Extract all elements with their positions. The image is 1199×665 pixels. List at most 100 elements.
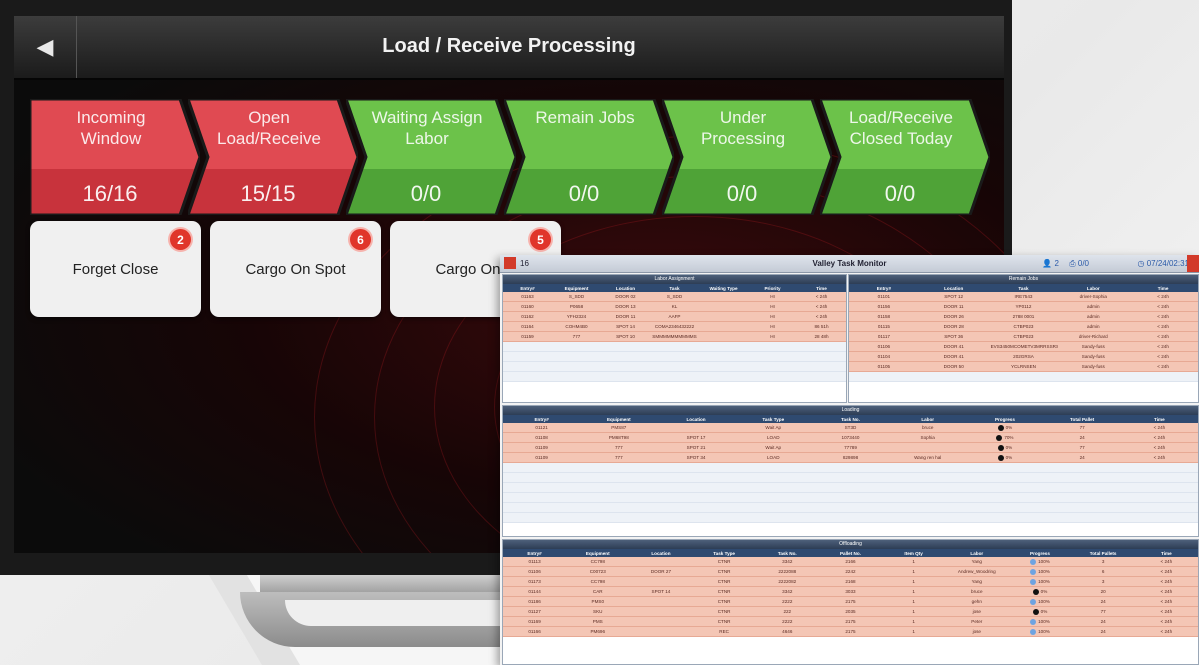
step-1[interactable]: Open Load/Receive 15/15	[188, 99, 358, 215]
table-row[interactable]: 01105 DOOR 50 YCLRNSEN Sandy-fuss < 24h	[849, 361, 1198, 372]
table-row[interactable]: 01113 CC798 CTNR 3342 2166 1 Yang 100% 3 < 24h	[503, 557, 1198, 567]
column-header[interactable]: Time	[1134, 549, 1198, 557]
table-cell: < 24h	[1120, 432, 1198, 443]
table-cell: 1	[882, 616, 946, 627]
table-row[interactable]: 01117 SPOT 36 CTBP023 driver-Richard < 24h	[849, 331, 1198, 342]
column-header[interactable]: Location	[601, 284, 650, 292]
table-row[interactable]: 01169 PMS CTNR 2222 2175 1 Peter 100% 24 < 24h	[503, 616, 1198, 627]
table-cell: 3342	[755, 557, 819, 567]
column-header[interactable]: Equipment	[566, 549, 630, 557]
table-cell: SPOT 34	[657, 452, 735, 463]
column-header[interactable]: Total Pallet	[1043, 415, 1121, 423]
printer-status[interactable]: ⎙ 0/0	[1069, 259, 1089, 269]
column-header[interactable]: Progress	[1008, 549, 1072, 557]
table-cell: 0%	[966, 423, 1044, 433]
table-cell: 01101	[849, 292, 919, 302]
table-cell: CTBP023	[988, 321, 1059, 332]
column-header[interactable]: Total Pallets	[1071, 549, 1135, 557]
alert-card-0[interactable]: 2 Forget Close	[30, 221, 201, 317]
column-header[interactable]: Location	[918, 284, 989, 292]
table-row[interactable]: 01158 DOOR 26 2788 0001 admin < 24h	[849, 311, 1198, 322]
table-row[interactable]: 01162 YFH2324 DOOR 11 AAFP HI < 24h	[503, 311, 846, 322]
table-row[interactable]: 01163 S_SDD DOOR 02 S_SDD HI < 24h	[503, 292, 846, 302]
table-cell: ST3D	[811, 423, 890, 433]
table-cell: CTNR	[692, 557, 756, 567]
table-row[interactable]: 01104 DOOR 41 202GRSA Sandy-fuss < 24h	[849, 351, 1198, 362]
step-0[interactable]: Incoming Window 16/16	[30, 99, 200, 215]
table-cell: 2035	[818, 606, 883, 617]
empty-cell	[1043, 492, 1121, 503]
column-header[interactable]: Waiting Type	[699, 284, 748, 292]
column-header[interactable]: Item Qty	[882, 549, 946, 557]
user-count[interactable]: 👤 2	[1042, 259, 1059, 268]
table-cell: SPOT 12	[918, 292, 989, 302]
table-cell: 01106	[503, 566, 567, 577]
table-row[interactable]: 01156 DOOR 11 YP0112 admin < 24h	[849, 301, 1198, 312]
step-3[interactable]: Remain Jobs 0/0	[504, 99, 674, 215]
step-2[interactable]: Waiting Assign Labor 0/0	[346, 99, 516, 215]
empty-cell	[601, 351, 650, 362]
column-header[interactable]: Task	[988, 284, 1059, 292]
column-header[interactable]: Progress	[966, 415, 1044, 423]
column-header[interactable]: Time	[1128, 284, 1198, 292]
table-cell: bruce	[945, 586, 1009, 597]
column-header[interactable]: Task No.	[755, 549, 819, 557]
table-row[interactable]: 01108 PM68T98 SPOT 17 LOAD 1073440 Sophia 70% 2…	[503, 432, 1198, 443]
table-row[interactable]: 01186 PMS0 CTNR 2222 2175 1 gehn 100% 24 < 24h	[503, 596, 1198, 607]
table-row[interactable]: 01109 777 SPOT 21 Wait Ap 77789 0% 77 < 24h	[503, 442, 1198, 453]
table-row[interactable]: 01160 P0658 DOOR 13 KL HI < 24h	[503, 301, 846, 312]
column-header[interactable]: Location	[629, 549, 693, 557]
table-cell: jose	[945, 626, 1009, 637]
step-5[interactable]: Load/Receive Closed Today 0/0	[820, 99, 990, 215]
column-header[interactable]: Entry#	[503, 415, 581, 423]
column-header[interactable]: Pallet No.	[818, 549, 883, 557]
empty-cell	[889, 502, 967, 513]
column-header[interactable]: Task No.	[811, 415, 890, 423]
column-header[interactable]: Entry#	[849, 284, 919, 292]
column-header[interactable]: Equipment	[552, 284, 601, 292]
column-header[interactable]: Labor	[1058, 284, 1129, 292]
column-header[interactable]: Labor	[945, 549, 1009, 557]
table-cell	[699, 311, 748, 322]
column-header[interactable]: Equipment	[580, 415, 658, 423]
step-4[interactable]: Under Processing 0/0	[662, 99, 832, 215]
process-steps: Incoming Window 16/16 Open Load/Receive …	[30, 99, 990, 215]
table-row[interactable]: 01173 CC798 CTNR 2222082 2168 1 Yang 100% 3 < 24h	[503, 576, 1198, 587]
column-header[interactable]: Entry#	[503, 549, 567, 557]
table-row[interactable]: 01106 DOOR 41 EVS3450MCOMETV3MRRSSRS Sandy-…	[849, 341, 1198, 352]
table-row[interactable]: 01101 SPOT 12 IRE7543 driver-Sophia < 24h	[849, 292, 1198, 302]
empty-cell	[657, 462, 735, 473]
empty-cell	[552, 371, 601, 382]
empty-cell	[503, 371, 552, 382]
column-header[interactable]: Location	[657, 415, 735, 423]
table-row[interactable]: 01106 C00723 DOOR 27 CTNR 2222088 2242 1 Andrew…	[503, 566, 1198, 577]
table-row[interactable]: 01121 PMS87 Wait Ap ST3D bruce 0% 77 < 24h	[503, 423, 1198, 433]
step-count: 15/15	[240, 181, 296, 206]
column-header[interactable]: Task Type	[734, 415, 812, 423]
table-row[interactable]: 01166 PM696 REC 4646 2175 1 jose 100% 24 < 24h	[503, 626, 1198, 637]
table-row[interactable]: 01109 777 SPOT 34 LOAD 829898 Wang ren hal 0% 2…	[503, 452, 1198, 463]
table-cell: 3342	[755, 586, 819, 597]
table-cell: 2222082	[755, 576, 819, 587]
table-row[interactable]: 01164 COHM4B0 SPOT 14 COMA2346432222 HI 86 51…	[503, 321, 846, 332]
step-count: 0/0	[568, 181, 600, 206]
empty-cell	[811, 472, 890, 483]
table-cell: 3033	[818, 586, 883, 597]
column-header[interactable]: Time	[1120, 415, 1198, 423]
table-row[interactable]: 01159 777 SPOT 10 SMMMMMMMMMMS HI 28 48h	[503, 331, 846, 342]
table-cell: 24	[1071, 596, 1135, 607]
column-header[interactable]: Task	[650, 284, 699, 292]
table-row[interactable]: 01115 DOOR 28 CTBP023 admin < 24h	[849, 321, 1198, 332]
empty-cell	[734, 492, 812, 503]
column-header[interactable]: Task Type	[692, 549, 756, 557]
column-header[interactable]: Entry#	[503, 284, 552, 292]
table-cell: 777	[580, 442, 658, 453]
table-cell: PM68T98	[580, 432, 658, 443]
column-header[interactable]: Priority	[748, 284, 797, 292]
table-row[interactable]: 01144 CAR SPOT 14 CTNR 3342 3033 1 bruce 0% 20 < 2…	[503, 586, 1198, 597]
column-header[interactable]: Time	[797, 284, 846, 292]
table-row[interactable]: 01127 SKU CTNR 222 2035 1 jose 0% 77 < 24h	[503, 606, 1198, 617]
column-header[interactable]: Labor	[889, 415, 967, 423]
alert-card-1[interactable]: 6 Cargo On Spot	[210, 221, 381, 317]
table-cell: Andrew_Woodring	[945, 566, 1009, 577]
